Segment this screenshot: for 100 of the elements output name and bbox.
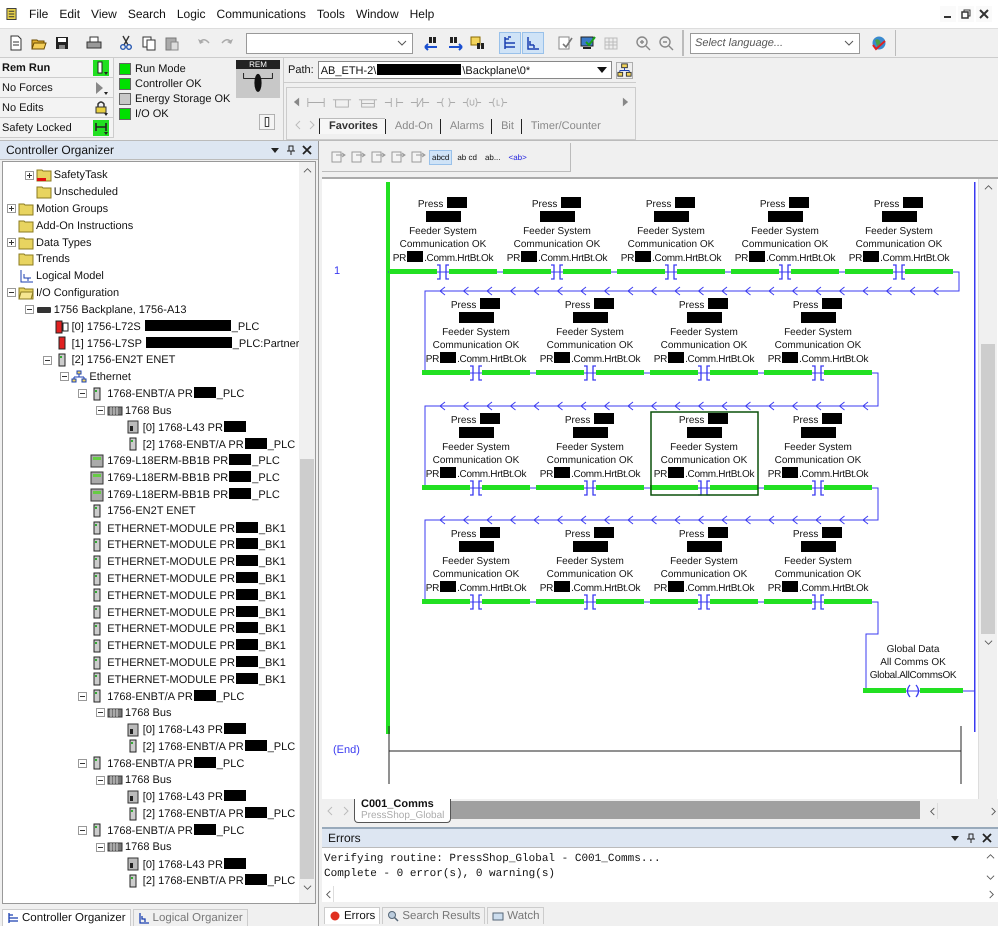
scroll-left-icon[interactable]	[293, 97, 300, 107]
menu-item[interactable]: View	[87, 7, 124, 21]
contact-instruction[interactable]	[422, 594, 530, 610]
collapse-icon[interactable]	[24, 305, 34, 314]
contact-instruction[interactable]	[764, 594, 872, 610]
tree-item[interactable]: [0] 1768-L43 PR	[142, 723, 247, 736]
tree-item[interactable]: [2] 1756-EN2T ENET	[72, 354, 176, 366]
scroll-down-icon[interactable]	[302, 883, 312, 892]
tree-item[interactable]: ETHERNET-MODULE PR _BK1	[107, 538, 286, 552]
tree-item[interactable]: [1] 1756-L7SP _PLC:Partner	[72, 336, 299, 350]
tree-item[interactable]: 1756-EN2T ENET	[107, 505, 196, 518]
menu-item[interactable]: Search	[124, 7, 173, 21]
collapse-icon[interactable]	[78, 692, 88, 701]
dropdown-icon[interactable]	[270, 145, 280, 155]
tree-item[interactable]: Add-On Instructions	[36, 220, 134, 232]
menu-item[interactable]: Help	[406, 7, 442, 21]
tree-item[interactable]: ETHERNET-MODULE PR _BK1	[107, 672, 286, 686]
text-display-button[interactable]: <ab>	[506, 150, 529, 164]
tree-item[interactable]: 1769-L18ERM-BB1B PR _PLC	[107, 471, 280, 484]
menu-item[interactable]: Window	[352, 7, 406, 21]
dropdown-icon[interactable]	[950, 833, 960, 843]
palette-tab[interactable]: Favorites	[319, 118, 385, 134]
dropdown-arrow-icon[interactable]	[596, 67, 607, 73]
organizer-tab[interactable]: Logical Organizer	[132, 909, 248, 926]
scroll-up-icon[interactable]	[302, 166, 312, 175]
collapse-icon[interactable]	[78, 826, 88, 835]
tree-item[interactable]: Trends	[36, 253, 70, 266]
output-tab[interactable]: Watch	[487, 907, 544, 924]
scroll-right-icon[interactable]	[987, 890, 996, 898]
contact-instruction[interactable]	[536, 365, 644, 381]
organizer-icon[interactable]	[500, 33, 520, 53]
collapse-icon[interactable]	[60, 372, 70, 382]
tree-item[interactable]: 1756 Backplane, 1756-A13	[54, 304, 187, 316]
expand-icon[interactable]	[24, 170, 34, 180]
tree-item[interactable]: 1768-ENBT/A PR _PLC	[107, 756, 244, 770]
tree-item[interactable]: ETHERNET-MODULE PR _BK1	[107, 606, 286, 619]
tree-item[interactable]: ETHERNET-MODULE PR _BK1	[107, 555, 286, 568]
tree-item[interactable]: 1769-L18ERM-BB1B PR _PLC	[107, 488, 280, 502]
text-display-button[interactable]: ab cd	[455, 150, 479, 164]
collapse-icon[interactable]	[96, 842, 105, 852]
tree-item[interactable]: ETHERNET-MODULE PR _BK1	[107, 572, 286, 586]
menu-item[interactable]: Logic	[172, 7, 213, 21]
expand-icon[interactable]	[7, 238, 16, 248]
scrollbar[interactable]	[978, 179, 997, 799]
tree-item[interactable]: 1768-ENBT/A PR _PLC	[107, 824, 244, 837]
menu-item[interactable]: Communications	[212, 7, 313, 21]
tree-item[interactable]: [0] 1768-L43 PR	[142, 790, 247, 804]
language-field[interactable]: Select language...	[690, 32, 860, 54]
contact-instruction[interactable]	[764, 480, 872, 496]
menu-item[interactable]: File	[25, 7, 56, 21]
contact-instruction[interactable]	[650, 594, 758, 610]
tree-item[interactable]: 1768-ENBT/A PR _PLC	[107, 387, 244, 400]
tree-item[interactable]: ETHERNET-MODULE PR _BK1	[107, 622, 286, 636]
contact-instruction[interactable]	[422, 480, 530, 496]
coil-instruction[interactable]	[863, 684, 963, 698]
close-icon[interactable]	[982, 833, 992, 843]
contact-instruction[interactable]	[422, 365, 530, 381]
pin-icon[interactable]	[286, 145, 296, 155]
scroll-right-icon[interactable]	[989, 806, 998, 816]
contact-instruction[interactable]	[650, 365, 758, 381]
tree-item[interactable]: 1768 Bus	[125, 404, 172, 417]
tree-item[interactable]: Logical Model	[36, 270, 104, 282]
tree-item[interactable]: I/O Configuration	[36, 286, 120, 299]
tree-item[interactable]: [2] 1768-ENBT/A PR _PLC	[142, 740, 296, 753]
expand-icon[interactable]	[7, 204, 16, 214]
tree-item[interactable]: [2] 1768-ENBT/A PR _PLC	[142, 807, 296, 820]
tree-item[interactable]: Ethernet	[89, 370, 131, 383]
collapse-icon[interactable]	[42, 356, 52, 365]
language-field[interactable]: Select language...	[691, 36, 837, 50]
tree-item[interactable]: [0] 1768-L43 PR	[142, 420, 247, 434]
tree-item[interactable]: 1768 Bus	[125, 706, 172, 719]
close-icon[interactable]	[976, 6, 992, 22]
routine-tab[interactable]: C001_Comms PressShop_Global	[354, 799, 452, 823]
safety-lock-icon[interactable]	[93, 120, 109, 136]
tree-item[interactable]: 1769-L18ERM-BB1B PR _PLC	[107, 454, 280, 468]
padlock-icon[interactable]	[93, 100, 109, 116]
tree-item[interactable]: 1768 Bus	[125, 841, 172, 854]
collapse-icon[interactable]	[7, 288, 16, 298]
scroll-right-icon[interactable]	[622, 97, 629, 107]
chevron-down-icon[interactable]	[397, 40, 407, 46]
contact-instruction[interactable]	[764, 365, 872, 381]
tree-item[interactable]: [2] 1768-ENBT/A PR _PLC	[142, 438, 296, 451]
pin-icon[interactable]	[966, 833, 976, 843]
contact-instruction[interactable]	[845, 264, 953, 280]
controller-mode-icon[interactable]	[93, 60, 109, 76]
contact-instruction[interactable]	[731, 264, 839, 280]
tree-item[interactable]: Data Types	[36, 236, 92, 249]
scrollbar[interactable]	[322, 886, 998, 902]
tree-item[interactable]: Unscheduled	[54, 186, 118, 198]
chevron-down-icon[interactable]	[844, 40, 854, 46]
tree-item[interactable]: ETHERNET-MODULE PR _BK1	[107, 656, 286, 669]
collapse-icon[interactable]	[78, 758, 88, 768]
scroll-left-icon[interactable]	[928, 806, 937, 816]
tree-item[interactable]: [0] 1768-L43 PR	[142, 858, 247, 871]
output-tab[interactable]: Search Results	[382, 907, 486, 924]
minimize-icon[interactable]	[940, 6, 956, 22]
tree-item[interactable]: Motion Groups	[36, 202, 108, 215]
scrollbar[interactable]	[299, 162, 315, 903]
tree-item[interactable]: ETHERNET-MODULE PR _BK1	[107, 639, 286, 652]
collapse-icon[interactable]	[96, 406, 105, 416]
